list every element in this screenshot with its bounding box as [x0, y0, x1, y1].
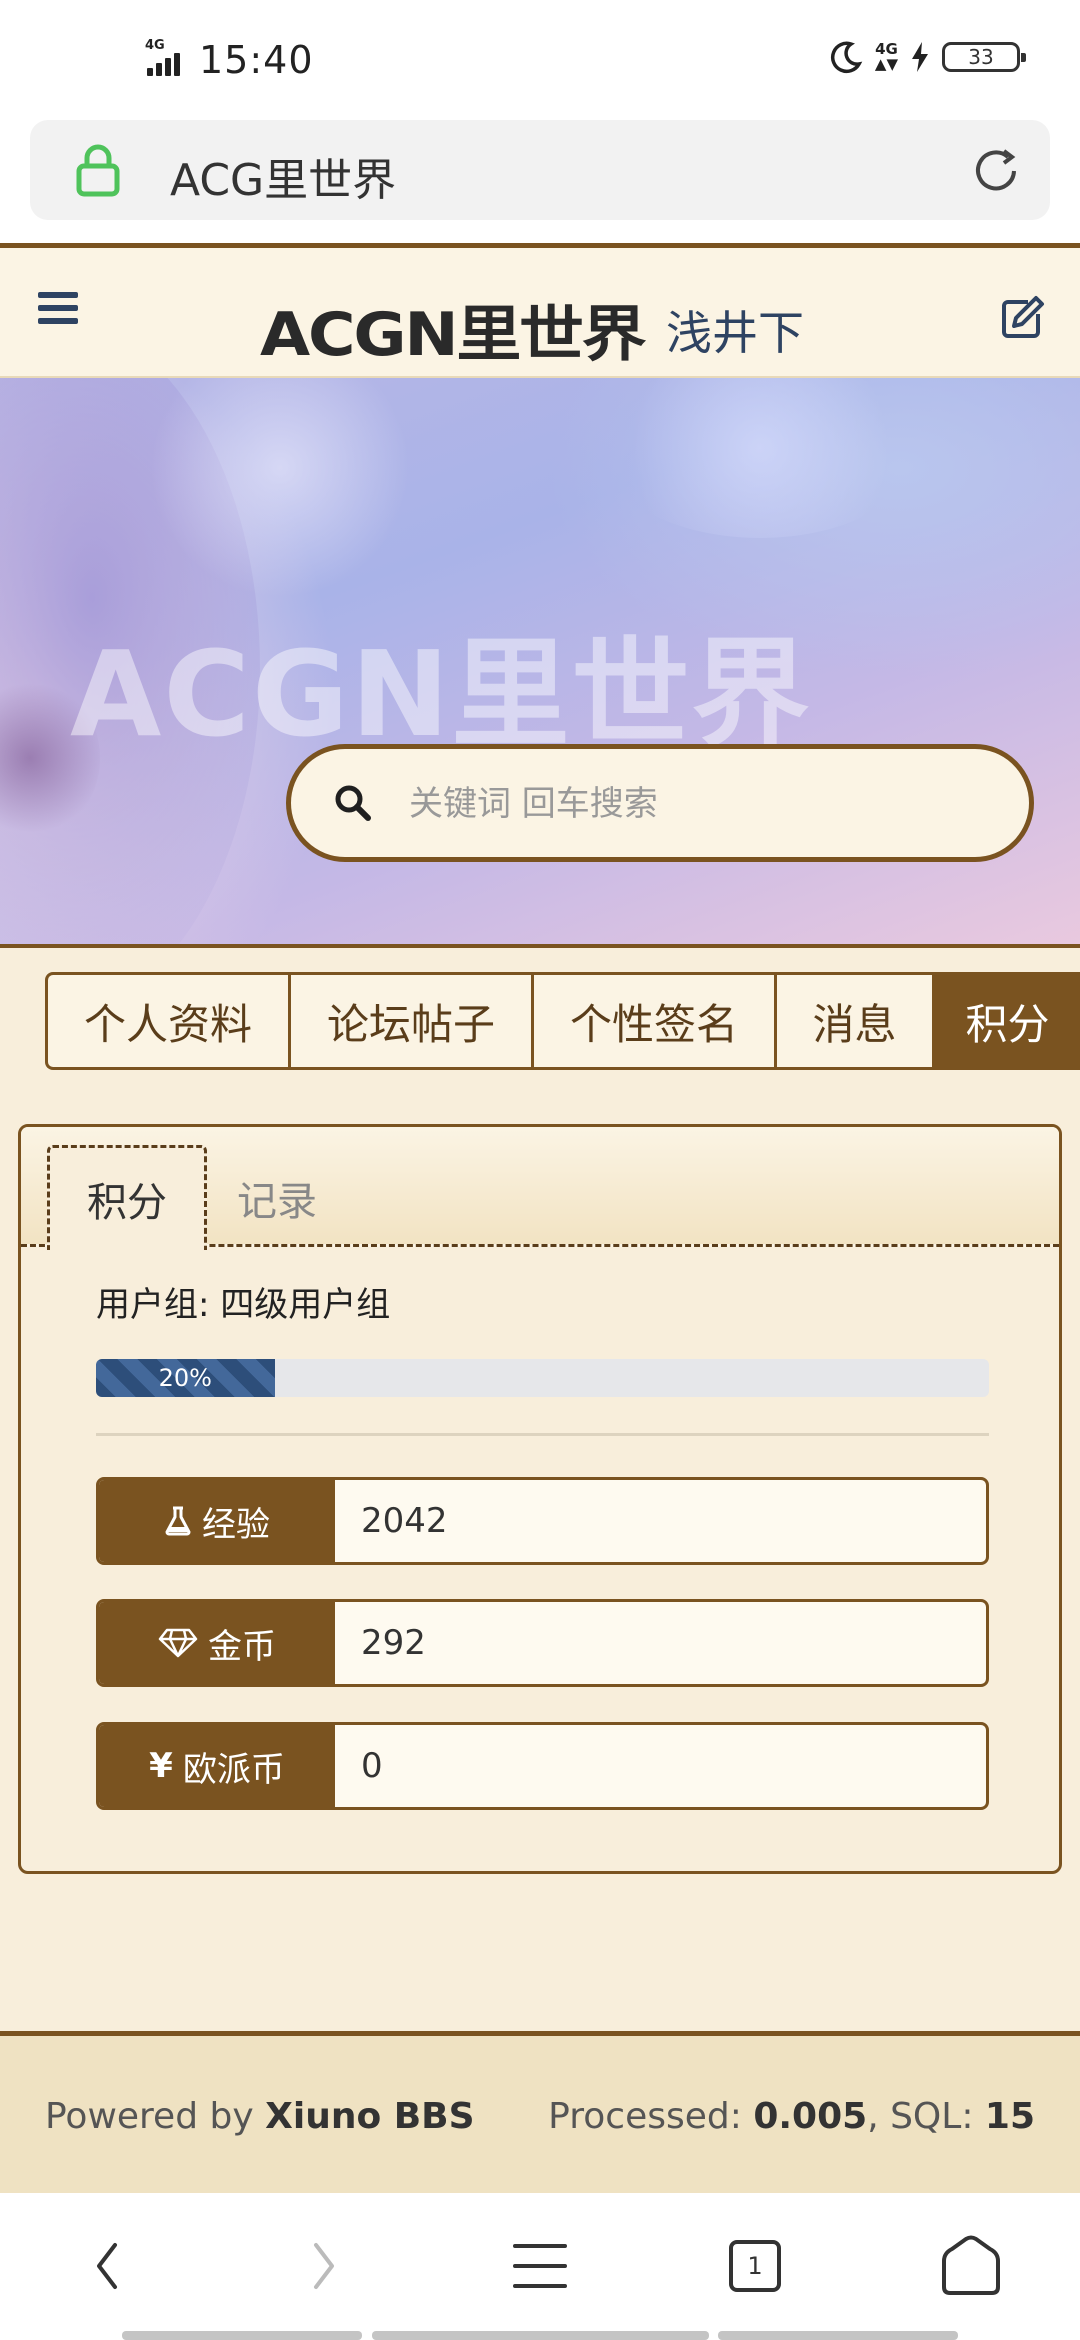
- menu-icon[interactable]: [38, 292, 78, 328]
- search-icon: [335, 785, 371, 821]
- tab-profile[interactable]: 个人资料: [45, 972, 288, 1070]
- experience-field: 经验 2042: [96, 1477, 989, 1565]
- network-4g-icon: 4G ▲▼: [874, 40, 898, 73]
- profile-tabs: 个人资料 论坛帖子 个性签名 消息 积分: [45, 972, 1080, 1070]
- site-footer: Powered by Xiuno BBS Processed: 0.005, S…: [0, 2031, 1080, 2193]
- level-progress-fill: 20%: [96, 1359, 275, 1397]
- home-indicator-segment: [372, 2331, 709, 2340]
- charging-icon: [912, 42, 928, 72]
- home-indicator-segment: [718, 2331, 958, 2340]
- moon-icon: [830, 41, 863, 74]
- network-type-label: 4G: [145, 38, 165, 53]
- cellular-signal-icon: 4G: [145, 38, 189, 80]
- status-bar: 4G 15:40 4G ▲▼ 33: [0, 0, 1080, 120]
- oupai-label: ¥ 欧派币: [99, 1725, 335, 1807]
- gold-label: 金币: [99, 1602, 335, 1684]
- usergroup-label: 用户组: 四级用户组: [96, 1285, 391, 1325]
- gold-field: 金币 292: [96, 1599, 989, 1687]
- subtab-records[interactable]: 记录: [237, 1145, 317, 1250]
- tab-signature[interactable]: 个性签名: [531, 972, 774, 1070]
- battery-icon: 33: [942, 42, 1026, 72]
- battery-level: 33: [968, 45, 994, 69]
- processed-value: 0.005: [753, 2096, 868, 2137]
- subtab-points[interactable]: 积分: [47, 1145, 207, 1250]
- tab-posts[interactable]: 论坛帖子: [288, 972, 531, 1070]
- back-icon[interactable]: [73, 2231, 143, 2301]
- browser-bottom-nav: 1: [0, 2193, 1080, 2340]
- url-text[interactable]: ACG里世界: [170, 144, 396, 208]
- main-content: 个人资料 论坛帖子 个性签名 消息 积分 积分 记录 用户组: 四级用户组 20…: [0, 948, 1080, 2031]
- search-box[interactable]: [286, 744, 1034, 862]
- status-right: 4G ▲▼ 33: [829, 40, 1026, 74]
- powered-by: Powered by Xiuno BBS: [45, 2096, 475, 2137]
- forward-icon[interactable]: [288, 2231, 358, 2301]
- gold-value: 292: [361, 1623, 426, 1663]
- tabs-count: 1: [747, 2252, 763, 2280]
- oupai-value: 0: [361, 1746, 383, 1786]
- banner-image: ACGN里世界: [0, 378, 1080, 948]
- divider: [96, 1433, 989, 1436]
- url-bar[interactable]: ACG里世界: [30, 120, 1050, 220]
- processed-stats: Processed: 0.005, SQL: 15: [548, 2096, 1035, 2137]
- tab-points[interactable]: 积分: [932, 972, 1080, 1070]
- powered-link[interactable]: Xiuno BBS: [265, 2096, 474, 2137]
- oupai-field: ¥ 欧派币 0: [96, 1722, 989, 1810]
- status-left: 4G 15:40: [145, 38, 314, 82]
- site-header: ACGN里世界 浅井下: [0, 243, 1080, 378]
- tab-messages[interactable]: 消息: [774, 972, 932, 1070]
- tabs-count-icon: 1: [729, 2240, 781, 2292]
- sql-prefix: , SQL:: [867, 2096, 985, 2137]
- diamond-icon: [158, 1628, 198, 1658]
- yen-icon: ¥: [149, 1746, 173, 1786]
- menu-lines-icon[interactable]: [505, 2231, 575, 2301]
- flask-icon: [165, 1506, 191, 1536]
- gold-label-text: 金币: [208, 1626, 276, 1667]
- lock-icon: [76, 144, 120, 197]
- home-icon[interactable]: [936, 2231, 1006, 2301]
- powered-prefix: Powered by: [45, 2096, 266, 2137]
- logo-area[interactable]: ACGN里世界 浅井下: [260, 286, 804, 373]
- processed-prefix: Processed:: [548, 2096, 754, 2137]
- points-card-header: 积分 记录: [21, 1127, 1059, 1250]
- home-indicator-segment: [122, 2331, 362, 2340]
- points-card: 积分 记录 用户组: 四级用户组 20% 经验 2042 金币 292 ¥ 欧派…: [18, 1124, 1062, 1874]
- edit-icon[interactable]: [998, 294, 1046, 342]
- site-logo[interactable]: ACGN里世界: [260, 286, 647, 373]
- sql-value: 15: [984, 2096, 1035, 2137]
- reload-icon[interactable]: [970, 145, 1022, 197]
- site-subtitle: 浅井下: [665, 305, 804, 360]
- experience-label: 经验: [99, 1480, 335, 1562]
- oupai-label-text: 欧派币: [182, 1749, 285, 1790]
- status-time: 15:40: [199, 38, 314, 82]
- experience-value: 2042: [361, 1501, 448, 1541]
- tabs-button[interactable]: 1: [720, 2231, 790, 2301]
- search-input[interactable]: [409, 779, 969, 829]
- experience-label-text: 经验: [202, 1504, 270, 1545]
- level-progress-bar: 20%: [96, 1359, 989, 1397]
